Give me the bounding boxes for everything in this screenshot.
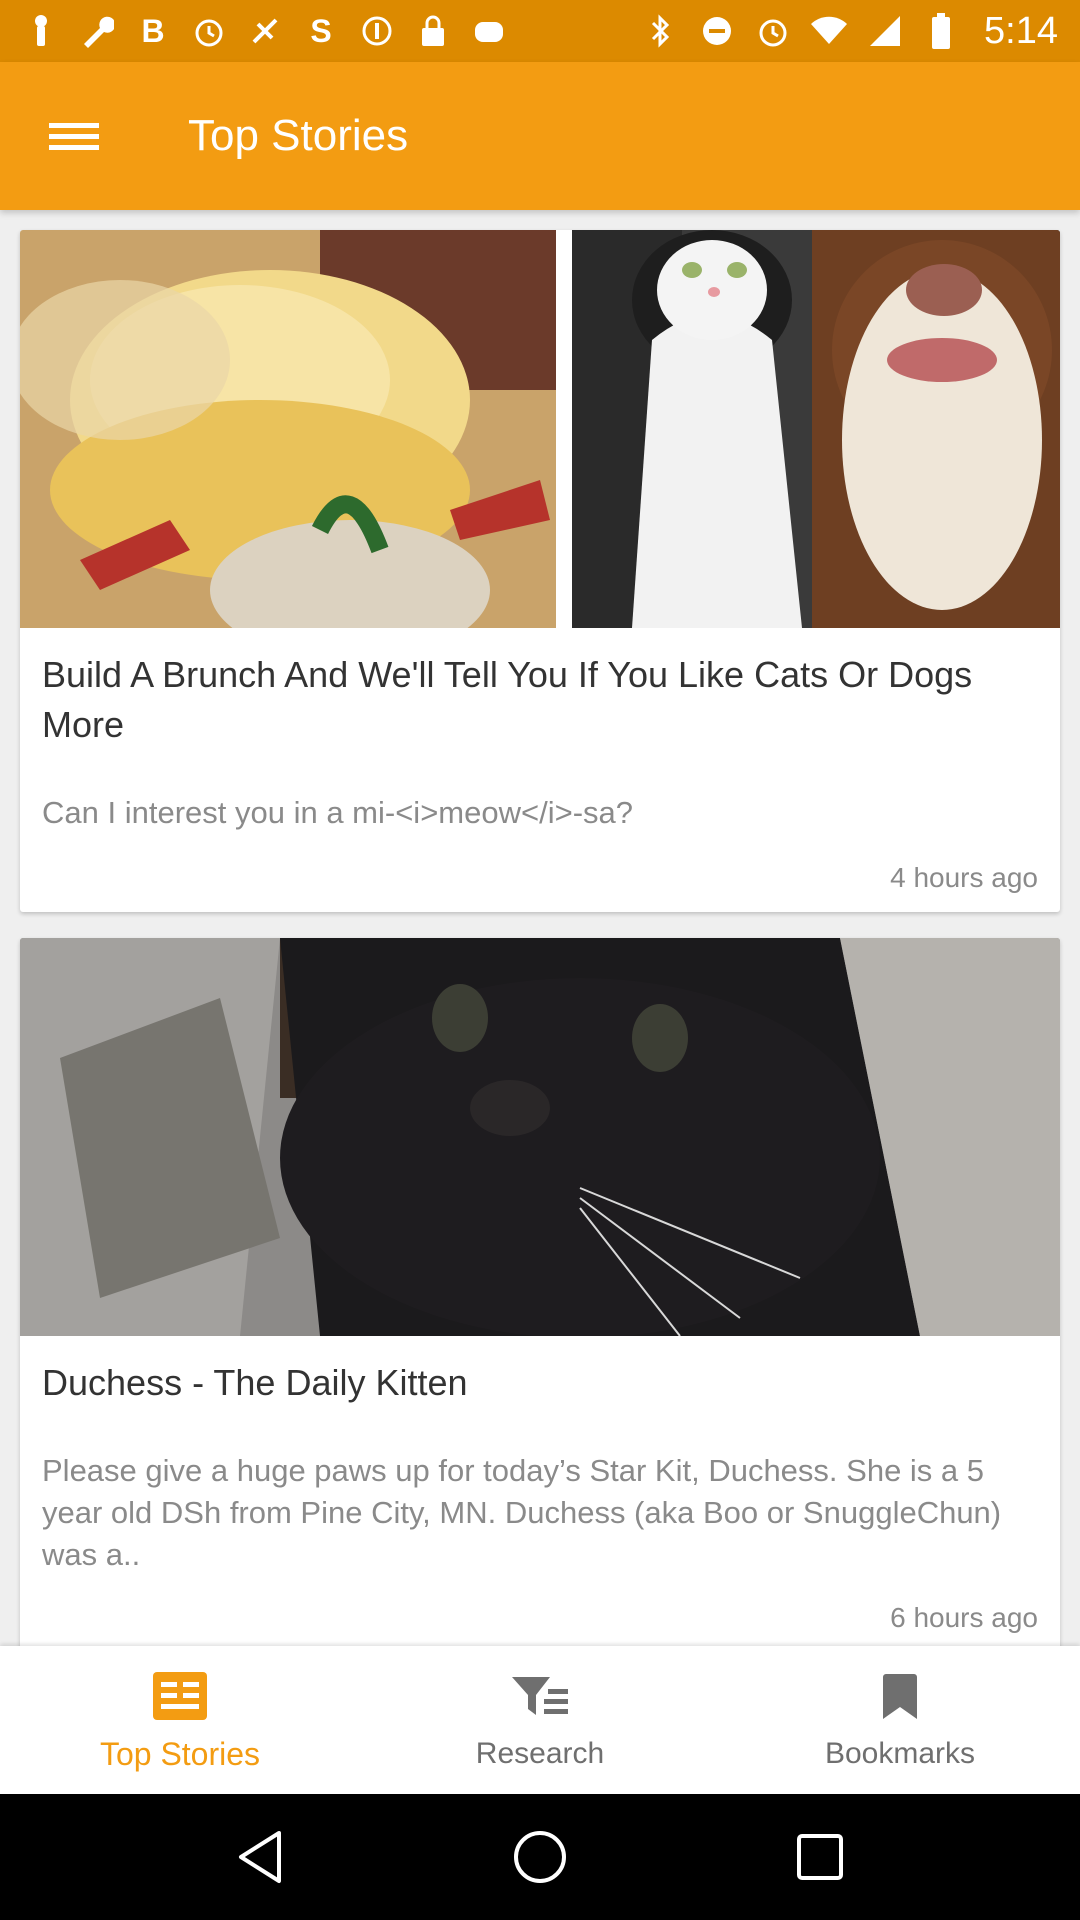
menu-button[interactable] [0,62,148,210]
system-navigation-bar [0,1794,1080,1920]
home-icon [514,1831,566,1883]
back-icon [239,1831,281,1883]
status-right-icons: 5:14 [642,10,1058,53]
story-card[interactable]: Build A Brunch And We'll Tell You If You… [20,230,1060,912]
bottom-navigation: Top Stories Research Bookmarks [0,1646,1080,1794]
nav-item-research[interactable]: Research [360,1646,720,1794]
signal-icon [866,12,904,50]
s-app-icon: S [310,13,332,49]
wifi-icon [810,12,848,50]
fake-gps-icon [246,12,284,50]
nav-label-top-stories: Top Stories [99,1735,261,1772]
alarm-icon [754,12,792,50]
nav-item-top-stories[interactable]: Top Stories [0,1646,360,1794]
lock-icon [414,12,452,50]
back-button[interactable] [225,1822,295,1892]
newspaper-icon [150,1668,210,1724]
game-icon [470,12,508,50]
home-button[interactable] [505,1822,575,1892]
bookmark-icon [870,1669,930,1725]
status-left-icons: B S [22,12,508,50]
story-feed[interactable]: Build A Brunch And We'll Tell You If You… [0,210,1080,1646]
story-image-row [20,938,1060,1336]
bluetooth-icon [642,12,680,50]
coin-icon [358,12,396,50]
story-title[interactable]: Duchess - The Daily Kitten [42,1358,1038,1408]
battery-icon [922,12,960,50]
recents-button[interactable] [785,1822,855,1892]
black-kitten-image [20,938,1060,1336]
filter-list-icon [510,1669,570,1725]
story-subtitle: Please give a huge paws up for today’s S… [42,1453,1002,1572]
story-subtitle: Can I interest you in a mi-<i>meow</i>-s… [42,795,633,830]
story-timestamp: 6 hours ago [890,1602,1038,1633]
story-title[interactable]: Build A Brunch And We'll Tell You If You… [42,650,1038,750]
recents-icon [797,1834,843,1880]
app-bar: Top Stories [0,62,1080,210]
do-not-disturb-icon [698,12,736,50]
cat-and-dog-image [572,230,1060,628]
story-card[interactable]: Duchess - The Daily Kitten Please give a… [20,938,1060,1646]
nav-label-bookmarks: Bookmarks [824,1737,976,1770]
status-bar: B S 5:14 [0,0,1080,62]
bold-b-icon: B [141,13,165,49]
hamburger-menu-icon [49,117,99,156]
brunch-food-image [20,230,556,628]
status-time: 5:14 [984,9,1058,52]
alarm-icon [190,12,228,50]
nav-label-research: Research [475,1737,605,1770]
nav-item-bookmarks[interactable]: Bookmarks [720,1646,1080,1794]
page-title: Top Stories [188,111,409,160]
wrench-icon [78,12,116,50]
story-image-row [20,230,1060,628]
notification-icon [22,12,60,50]
story-timestamp: 4 hours ago [890,862,1038,893]
